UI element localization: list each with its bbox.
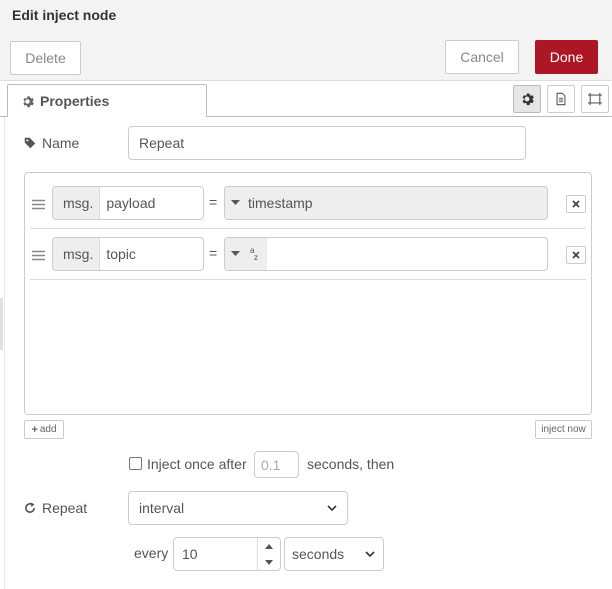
interval-spinner[interactable] <box>257 538 280 570</box>
interval-unit-value: seconds <box>292 546 345 562</box>
drag-handle-icon[interactable] <box>32 197 46 210</box>
inject-once-suffix: seconds, then <box>307 456 395 472</box>
frame-icon <box>587 92 603 106</box>
gear-icon <box>21 95 34 108</box>
type-value: timestamp <box>248 195 313 211</box>
property-key-value: topic <box>106 246 136 262</box>
row-divider <box>30 228 586 229</box>
string-type-icon: az <box>249 246 261 262</box>
refresh-icon <box>24 502 36 514</box>
tab-gear-button[interactable] <box>513 85 541 113</box>
interval-value: 10 <box>182 546 198 562</box>
done-button[interactable]: Done <box>535 40 598 74</box>
row-divider <box>30 279 586 280</box>
caret-down-icon <box>231 251 240 257</box>
remove-property-button[interactable] <box>566 246 586 264</box>
tray-title: Edit inject node <box>12 7 117 23</box>
tab-properties[interactable]: Properties <box>7 84 207 117</box>
panel-resize-handle[interactable] <box>0 298 3 350</box>
plus-icon: + <box>31 423 38 436</box>
drag-handle-icon[interactable] <box>32 248 46 261</box>
add-label: add <box>39 424 57 435</box>
delete-button[interactable]: Delete <box>10 41 81 75</box>
type-selector[interactable]: timestamp <box>225 187 319 219</box>
name-label: Name <box>42 135 80 151</box>
add-property-button[interactable]: + add <box>24 420 64 439</box>
tab-description-button[interactable] <box>547 85 575 113</box>
repeat-mode-value: interval <box>139 500 185 516</box>
close-icon <box>572 251 580 259</box>
msg-prefix: msg. <box>53 187 101 219</box>
property-value-typed-input[interactable]: timestamp <box>224 186 548 220</box>
tab-appearance-button[interactable] <box>581 85 609 113</box>
name-label-row: Name <box>24 133 79 153</box>
panel-edge <box>4 117 5 589</box>
property-value-input[interactable] <box>267 238 547 270</box>
tag-icon <box>24 137 36 149</box>
document-icon <box>554 92 568 106</box>
gear-icon <box>520 92 534 106</box>
repeat-label-row: Repeat <box>24 498 87 518</box>
inject-once-delay-input[interactable]: 0.1 <box>254 451 299 478</box>
equals-sign: = <box>209 194 218 210</box>
repeat-label: Repeat <box>42 500 88 516</box>
interval-unit-select[interactable]: seconds <box>284 537 384 571</box>
chevron-down-icon <box>365 550 375 558</box>
spinner-down-icon[interactable] <box>265 559 273 565</box>
remove-property-button[interactable] <box>566 195 586 213</box>
close-icon <box>572 200 580 208</box>
spinner-up-icon[interactable] <box>265 543 273 549</box>
msg-prefix: msg. <box>53 238 101 270</box>
inject-once-checkbox[interactable] <box>129 457 142 470</box>
property-key-input[interactable]: msg. payload <box>52 186 204 220</box>
name-input[interactable]: Repeat <box>128 126 526 160</box>
chevron-down-icon <box>327 504 337 512</box>
inject-once-label: Inject once after <box>147 456 247 472</box>
property-key-value: payload <box>106 195 156 211</box>
caret-down-icon <box>231 200 240 206</box>
inject-now-button[interactable]: inject now <box>535 420 592 439</box>
property-key-input[interactable]: msg. topic <box>52 237 204 271</box>
repeat-mode-select[interactable]: interval <box>128 491 348 525</box>
every-label: every <box>134 545 169 561</box>
property-value-typed-input[interactable]: az <box>224 237 548 271</box>
cancel-button[interactable]: Cancel <box>445 40 519 74</box>
equals-sign: = <box>209 245 218 261</box>
tab-properties-label: Properties <box>40 93 110 109</box>
svg-text:z: z <box>254 253 258 262</box>
type-selector[interactable]: az <box>225 238 267 270</box>
